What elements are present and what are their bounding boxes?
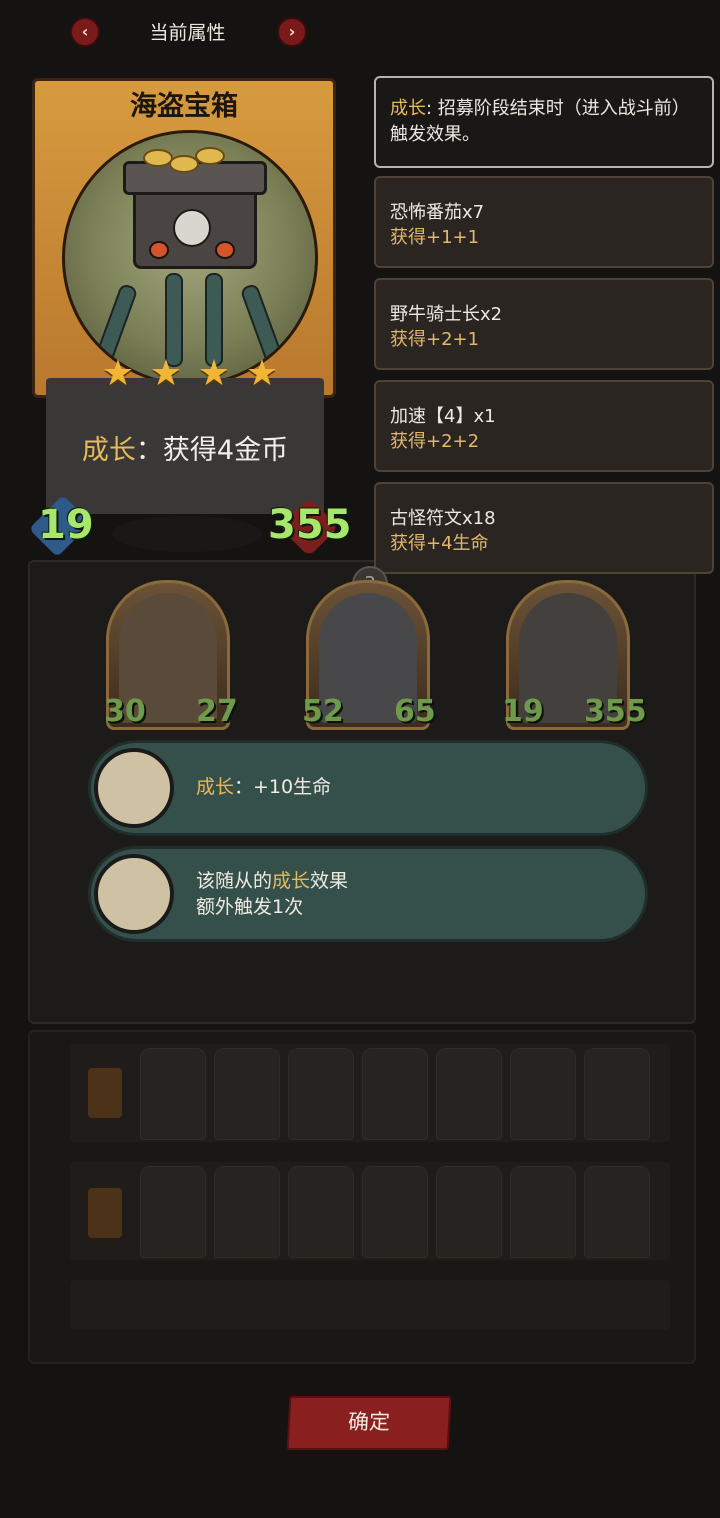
bench-card [140,1048,206,1140]
source-gain: 获得+2+1 [390,329,480,350]
buff-prefix: 该随从的 [196,870,273,892]
card-effect: 成长：获得4金币 [46,428,324,467]
chevron-left-icon: ‹ [81,22,89,41]
lock-icon [88,1188,122,1238]
bench-card [584,1166,650,1258]
minion-attack: 52 [302,694,344,729]
bench-card [214,1166,280,1258]
minion-attack: 19 [502,694,544,729]
next-button[interactable]: › [277,17,307,47]
buff-text: 成长：+10生命 [196,774,331,800]
coin-icon [195,147,225,165]
star-icon: ★ [245,353,279,394]
keyword-text: : 招募阶段结束时（进入战斗前）触发效果。 [390,98,690,145]
buff-value: ：+10生命 [234,776,332,798]
effect-text: ：获得4金币 [135,435,289,466]
confirm-button[interactable]: 确定 [286,1396,452,1450]
minion-health: 27 [196,694,238,729]
card-portrait [62,130,318,386]
source-name: 古怪符文x18 [390,508,496,529]
buff-keyword: 成长 [272,870,311,892]
keyword-description: 成长: 招募阶段结束时（进入战斗前）触发效果。 [374,76,714,168]
growth-source-item: 野牛骑士长x2 获得+2+1 [374,278,714,370]
growth-source-item: 恐怖番茄x7 获得+1+1 [374,176,714,268]
chevron-right-icon: › [288,22,296,41]
page-title: 当前属性 [149,22,226,44]
star-icon: ★ [197,353,231,394]
growth-source-item: 加速【4】x1 获得+2+2 [374,380,714,472]
source-name: 野牛骑士长x2 [390,304,503,325]
source-gain: 获得+2+2 [390,431,480,452]
bench-row [70,1280,670,1330]
source-name: 恐怖番茄x7 [390,202,485,223]
bench-card [140,1166,206,1258]
minion-attack: 30 [104,694,146,729]
minion-card: 海盗宝箱 ★ ★ ★ ★ 成长：获得4金币 19 355 [28,78,352,558]
bench-card [436,1048,502,1140]
card-health: 355 [268,502,352,548]
buff-suffix: 效果 [310,870,349,892]
effect-keyword: 成长 [81,435,136,466]
star-icon: ★ [149,353,183,394]
bench-card [288,1048,354,1140]
buff-line2: 额外触发1次 [196,896,304,918]
minion-health: 65 [394,694,436,729]
skull-icon [173,209,211,247]
bench-card [510,1166,576,1258]
lock-icon [88,1068,122,1118]
source-gain: 获得+4生命 [390,533,489,554]
growth-source-item: 古怪符文x18 获得+4生命 [374,482,714,574]
buff-keyword: 成长 [196,776,235,798]
card-shadow [112,516,262,552]
card-attack: 19 [38,502,94,548]
keyword-label: 成长 [390,98,426,119]
prev-button[interactable]: ‹ [70,17,100,47]
tombstone-icon [94,748,174,828]
eye [149,241,169,259]
bench-card [436,1166,502,1258]
star-icon: ★ [101,353,135,394]
bench-card [510,1048,576,1140]
source-gain: 获得+1+1 [390,227,480,248]
minion-health: 355 [584,694,647,729]
bench-card [288,1166,354,1258]
stopwatch-gauntlet-icon [94,854,174,934]
bench-card [362,1166,428,1258]
bench-card [214,1048,280,1140]
buff-text: 该随从的成长效果 额外触发1次 [196,868,348,920]
star-rating: ★ ★ ★ ★ [100,356,280,392]
source-name: 加速【4】x1 [390,406,496,427]
bench-card [362,1048,428,1140]
bench-card [584,1048,650,1140]
card-name: 海盗宝箱 [130,91,238,122]
eye [215,241,235,259]
